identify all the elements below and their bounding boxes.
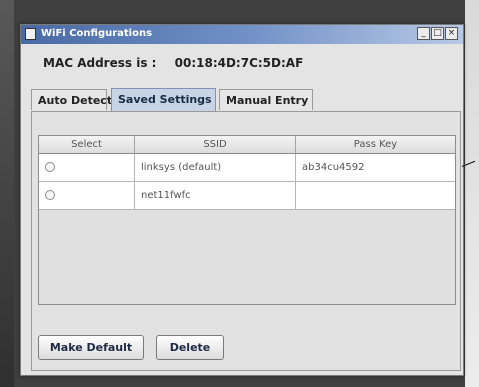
select-radio[interactable]	[45, 162, 55, 172]
window-title: WiFi Configurations	[41, 28, 153, 39]
wifi-config-window: WiFi Configurations _ □ × MAC Address is…	[20, 24, 464, 376]
minimize-button[interactable]: _	[417, 27, 430, 40]
table-header: Select SSID Pass Key	[39, 136, 455, 154]
table-row[interactable]: net11fwfc	[39, 182, 455, 210]
ssid-cell[interactable]: linksys (default)	[135, 154, 296, 181]
column-header-select[interactable]: Select	[39, 136, 135, 153]
close-button[interactable]: ×	[445, 27, 458, 40]
mac-address-value: 00:18:4D:7C:5D:AF	[174, 56, 304, 70]
select-radio[interactable]	[45, 190, 55, 200]
mac-address-row: MAC Address is : 00:18:4D:7C:5D:AF	[43, 56, 303, 70]
make-default-button[interactable]: Make Default	[38, 335, 144, 360]
select-cell	[39, 154, 135, 181]
desktop-background	[0, 0, 14, 387]
select-cell	[39, 182, 135, 209]
ssid-cell[interactable]: net11fwfc	[135, 182, 296, 209]
mac-address-label: MAC Address is :	[43, 56, 157, 70]
tab-manual-entry[interactable]: Manual Entry	[219, 89, 313, 110]
tab-auto-detect[interactable]: Auto Detect	[31, 89, 112, 110]
desktop-background-right	[465, 0, 479, 387]
table-row[interactable]: linksys (default) ab34cu4592	[39, 154, 455, 182]
tab-saved-settings[interactable]: Saved Settings	[111, 88, 216, 111]
delete-button[interactable]: Delete	[156, 335, 224, 360]
saved-networks-table: Select SSID Pass Key linksys (default) a…	[38, 135, 456, 305]
title-bar[interactable]: WiFi Configurations _ □ ×	[21, 25, 463, 44]
app-icon	[25, 28, 36, 40]
maximize-button[interactable]: □	[431, 27, 444, 40]
column-header-pass-key[interactable]: Pass Key	[296, 136, 455, 153]
pass-key-cell[interactable]: ab34cu4592	[296, 154, 455, 181]
pass-key-cell[interactable]	[296, 182, 455, 209]
saved-settings-panel: Select SSID Pass Key linksys (default) a…	[31, 111, 461, 371]
column-header-ssid[interactable]: SSID	[135, 136, 296, 153]
